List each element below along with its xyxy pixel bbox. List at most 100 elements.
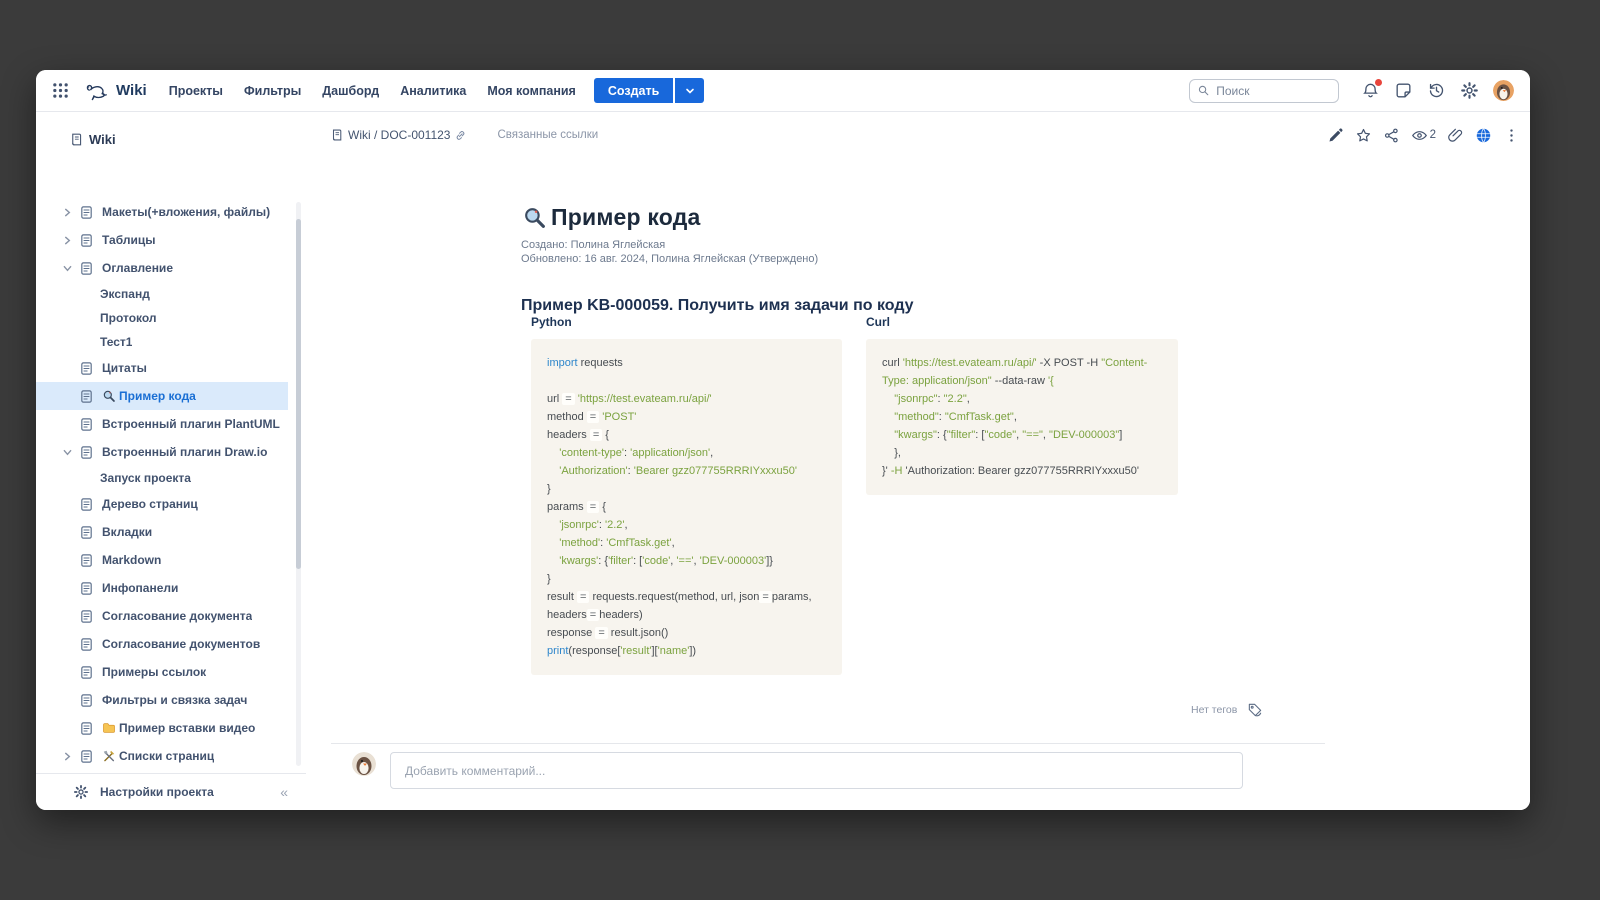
kebab-menu-icon[interactable] bbox=[1503, 127, 1520, 144]
document-icon bbox=[79, 389, 94, 404]
globe-icon[interactable] bbox=[1475, 127, 1492, 144]
sidebar-item[interactable]: Встроенный плагин PlantUML bbox=[36, 410, 288, 438]
code-line: } bbox=[547, 480, 826, 498]
magnifier-icon bbox=[522, 205, 547, 230]
nav-item[interactable]: Аналитика bbox=[400, 84, 466, 98]
comment-input-box[interactable] bbox=[390, 752, 1243, 789]
project-settings-gear-icon[interactable] bbox=[73, 784, 89, 800]
sidebar-item[interactable]: Запуск проекта bbox=[36, 466, 288, 490]
search-box[interactable] bbox=[1189, 79, 1339, 103]
tags-row: Нет тегов bbox=[1191, 702, 1263, 718]
sidebar-item[interactable]: Инклюд bbox=[36, 770, 288, 772]
sidebar-item[interactable]: Тест1 bbox=[36, 330, 288, 354]
code-line: "jsonrpc": "2.2", bbox=[882, 390, 1162, 408]
sidebar-item-label: Встроенный плагин PlantUML bbox=[102, 417, 280, 431]
navbar-right-group bbox=[1189, 79, 1514, 103]
code-line: 'method': 'CmfTask.get', bbox=[547, 534, 826, 552]
sidebar-item[interactable]: Цитаты bbox=[36, 354, 288, 382]
chevron-right-icon[interactable] bbox=[63, 751, 79, 761]
nav-item[interactable]: Проекты bbox=[169, 84, 223, 98]
app-window: Wiki Проекты Фильтры Дашборд Аналитика Моя к… bbox=[36, 70, 1530, 810]
desktop-background: Wiki Проекты Фильтры Дашборд Аналитика Моя к… bbox=[0, 0, 1600, 900]
comment-input[interactable] bbox=[405, 764, 1228, 778]
sidebar-item[interactable]: Встроенный плагин Draw.io bbox=[36, 438, 288, 466]
page-toolbar: 2 bbox=[1327, 127, 1520, 144]
app-title[interactable]: Wiki bbox=[116, 82, 147, 99]
related-links-tab[interactable]: Связанные ссылки bbox=[497, 129, 598, 141]
edit-pencil-icon[interactable] bbox=[1327, 127, 1344, 144]
document-icon bbox=[79, 261, 94, 276]
chevron-right-icon[interactable] bbox=[63, 235, 79, 245]
project-settings-label[interactable]: Настройки проекта bbox=[100, 785, 214, 799]
tag-icon[interactable] bbox=[1247, 702, 1263, 718]
sidebar-item-label: Оглавление bbox=[102, 261, 173, 275]
sidebar-item[interactable]: Таблицы bbox=[36, 226, 288, 254]
sidebar-title: Wiki bbox=[89, 132, 116, 147]
link-icon[interactable] bbox=[454, 129, 467, 142]
document-icon bbox=[79, 497, 94, 512]
comment-avatar bbox=[352, 752, 376, 776]
gear-icon[interactable] bbox=[1460, 81, 1479, 100]
sidebar-item[interactable]: Примеры ссылок bbox=[36, 658, 288, 686]
sidebar-item[interactable]: Согласование документов bbox=[36, 630, 288, 658]
page-content: Wiki / DOC-001123 Связанные ссылки bbox=[306, 112, 1530, 810]
code-line: 'content-type': 'application/json', bbox=[547, 444, 826, 462]
eye-icon bbox=[1411, 127, 1428, 144]
sidebar-item[interactable]: Пример вставки видео bbox=[36, 714, 288, 742]
collapse-sidebar-icon[interactable]: « bbox=[280, 784, 288, 800]
chevron-down-icon[interactable] bbox=[63, 447, 79, 457]
code-line: 'kwargs': {'filter': ['code', '==', 'DEV… bbox=[547, 552, 826, 570]
favorite-star-icon[interactable] bbox=[1355, 127, 1372, 144]
document-icon bbox=[79, 525, 94, 540]
views-counter[interactable]: 2 bbox=[1411, 127, 1436, 144]
sidebar-item[interactable]: Дерево страниц bbox=[36, 490, 288, 518]
sidebar-item[interactable]: Оглавление bbox=[36, 254, 288, 282]
app-grid-icon[interactable] bbox=[52, 82, 69, 99]
sidebar-item-label: Экспанд bbox=[100, 287, 150, 301]
sidebar-item[interactable]: Фильтры и связка задач bbox=[36, 686, 288, 714]
user-avatar[interactable] bbox=[1493, 80, 1514, 101]
sidebar-item-label: Фильтры и связка задач bbox=[102, 693, 247, 707]
nav-item[interactable]: Моя компания bbox=[487, 84, 576, 98]
notes-icon[interactable] bbox=[1394, 81, 1413, 100]
scrollbar-thumb[interactable] bbox=[296, 219, 301, 569]
document-icon bbox=[79, 233, 94, 248]
share-icon[interactable] bbox=[1383, 127, 1400, 144]
sidebar-item[interactable]: Пример кода bbox=[36, 382, 288, 410]
content-header: Wiki / DOC-001123 Связанные ссылки bbox=[330, 124, 1520, 146]
code-block: Curlcurl 'https://test.evateam.ru/api/' … bbox=[866, 315, 1178, 495]
document-icon bbox=[79, 361, 94, 376]
code-line: curl 'https://test.evateam.ru/api/' -X P… bbox=[882, 354, 1162, 372]
nav-item[interactable]: Фильтры bbox=[244, 84, 301, 98]
chevron-down-icon[interactable] bbox=[63, 263, 79, 273]
folder-icon bbox=[102, 721, 116, 735]
sidebar-scrollbar[interactable] bbox=[296, 202, 301, 766]
sidebar-item-label: Вкладки bbox=[102, 525, 152, 539]
sidebar-item[interactable]: Списки страниц bbox=[36, 742, 288, 770]
code-blocks: Pythonimport requests url = 'https://tes… bbox=[531, 315, 1178, 675]
sidebar-item-label: Макеты(+вложения, файлы) bbox=[102, 205, 270, 219]
breadcrumb[interactable]: Wiki / DOC-001123 bbox=[330, 128, 467, 142]
code-box: import requests url = 'https://test.evat… bbox=[531, 339, 842, 675]
code-line: print(response['result']['name']) bbox=[547, 642, 826, 660]
create-button[interactable]: Создать bbox=[594, 78, 673, 103]
chevron-right-icon[interactable] bbox=[63, 207, 79, 217]
search-input[interactable] bbox=[1216, 84, 1330, 98]
sidebar-item[interactable]: Согласование документа bbox=[36, 602, 288, 630]
book-icon bbox=[330, 128, 344, 142]
sidebar-item[interactable]: Markdown bbox=[36, 546, 288, 574]
attachment-paperclip-icon[interactable] bbox=[1447, 127, 1464, 144]
sidebar-item[interactable]: Вкладки bbox=[36, 518, 288, 546]
sidebar-item[interactable]: Протокол bbox=[36, 306, 288, 330]
sidebar-item[interactable]: Инфопанели bbox=[36, 574, 288, 602]
notifications-bell-icon[interactable] bbox=[1361, 81, 1380, 100]
create-dropdown-button[interactable] bbox=[675, 78, 704, 103]
code-line: headers=headers) bbox=[547, 606, 826, 624]
code-line: import requests bbox=[547, 354, 826, 372]
sidebar-item[interactable]: Макеты(+вложения, файлы) bbox=[36, 198, 288, 226]
code-line: 'Authorization': 'Bearer gzz077755RRRIYx… bbox=[547, 462, 826, 480]
document-icon bbox=[79, 205, 94, 220]
history-icon[interactable] bbox=[1427, 81, 1446, 100]
nav-item[interactable]: Дашборд bbox=[322, 84, 379, 98]
sidebar-item[interactable]: Экспанд bbox=[36, 282, 288, 306]
